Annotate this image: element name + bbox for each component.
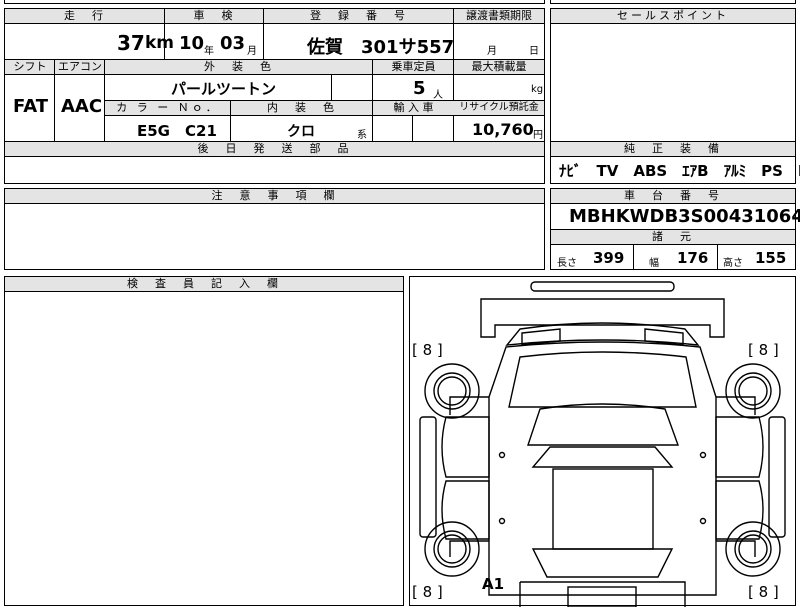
recycle-deposit-unit: 円 <box>533 130 543 141</box>
inspector-notes-header: 検 査 員 記 入 欄 <box>5 277 403 292</box>
tire-tread-rear-left: [ 8 ] <box>412 583 443 601</box>
aircon-header: エアコン <box>55 60 105 75</box>
damage-mark-a1: A1 <box>482 575 505 593</box>
year-unit: 年 <box>204 46 214 57</box>
color-number-value: E5G C21 <box>137 122 217 140</box>
width-label: 幅 <box>649 258 659 269</box>
capacity-header: 乗車定員 <box>373 60 454 75</box>
height-label: 高さ <box>723 258 743 269</box>
aircon-value: AAC <box>61 96 103 117</box>
import-header: 輸 入 車 <box>373 101 454 116</box>
later-parts-section: 後 日 発 送 部 品 <box>4 142 545 184</box>
notes-section: 注 意 事 項 欄 <box>4 188 545 270</box>
color-number-header: カ ラ ー Ｎｏ． <box>105 101 231 116</box>
inspection-year: 10 <box>179 33 205 54</box>
tire-tread-rear-right: [ 8 ] <box>748 583 779 601</box>
later-parts-header: 後 日 発 送 部 品 <box>5 142 544 157</box>
transfer-deadline-header: 譲渡書類期限 <box>454 9 544 24</box>
registration-header: 登 録 番 号 <box>264 9 454 24</box>
length-label: 長さ <box>557 258 577 269</box>
sales-point-header: セールスポイント <box>551 9 795 24</box>
shift-header: シフト <box>5 60 55 75</box>
car-diagram <box>419 281 786 607</box>
equipment-section: 純 正 装 備 ﾅﾋﾞ TV ABS ｴｱB ｱﾙﾐ PS PW <box>550 142 800 184</box>
sales-point-section: セールスポイント <box>550 8 796 142</box>
registration-number: 佐賀 301サ557 <box>307 37 455 58</box>
interior-color-value: クロ <box>287 124 315 140</box>
car-diagram-panel: [ 8 ] [ 8 ] [ 8 ] [ 8 ] A1 <box>409 276 796 607</box>
recycle-deposit-header: リサイクル預託金 <box>454 101 544 116</box>
chassis-section: 車 台 番 号 MBHKWDB3S00431064 <box>550 188 800 230</box>
chassis-header: 車 台 番 号 <box>551 189 795 204</box>
shift-value: FAT <box>13 96 49 117</box>
recycle-deposit-value: 10,760 <box>472 120 534 139</box>
tire-tread-front-left: [ 8 ] <box>412 341 443 359</box>
inspection-header: 車 検 <box>165 9 264 24</box>
height-value: 155 <box>755 249 787 267</box>
specs-section: 諸 元 長さ 399 幅 176 高さ 155 <box>550 230 796 270</box>
capacity-unit: 人 <box>433 90 443 101</box>
transfer-month-unit: 月 <box>487 46 497 57</box>
top-clipped-strip <box>4 0 545 4</box>
equipment-header: 純 正 装 備 <box>551 142 795 157</box>
capacity-value: 5 <box>413 78 426 99</box>
inspector-notes-section: 検 査 員 記 入 欄 <box>4 276 404 606</box>
tire-tread-front-right: [ 8 ] <box>748 341 779 359</box>
interior-color-header: 内 装 色 <box>231 101 373 116</box>
mileage-unit: km <box>145 33 175 53</box>
header-table: 走 行 車 検 登 録 番 号 譲渡書類期限 37 km 10 年 03 月 佐… <box>4 8 545 60</box>
mileage-value: 37 <box>117 31 145 55</box>
month-unit: 月 <box>247 46 257 57</box>
specs-header: 諸 元 <box>551 230 795 245</box>
transfer-day-unit: 日 <box>529 46 539 57</box>
mileage-header: 走 行 <box>5 9 165 24</box>
max-load-header: 最大積載量 <box>454 60 544 75</box>
exterior-color-header: 外 装 色 <box>105 60 373 75</box>
vehicle-info-table: シフト エアコン 外 装 色 乗車定員 最大積載量 FAT AAC パールツート… <box>4 60 545 142</box>
equipment-value: ﾅﾋﾞ TV ABS ｴｱB ｱﾙﾐ PS PW <box>559 162 800 180</box>
length-value: 399 <box>593 249 625 267</box>
width-value: 176 <box>677 249 709 267</box>
inspection-month: 03 <box>220 33 246 54</box>
load-unit: kg <box>531 84 544 95</box>
notes-header: 注 意 事 項 欄 <box>5 189 544 204</box>
top-clipped-strip-right <box>550 0 796 4</box>
exterior-color-value: パールツートン <box>171 80 277 98</box>
chassis-number: MBHKWDB3S00431064 <box>569 206 800 227</box>
interior-color-suffix: 系 <box>357 130 367 141</box>
